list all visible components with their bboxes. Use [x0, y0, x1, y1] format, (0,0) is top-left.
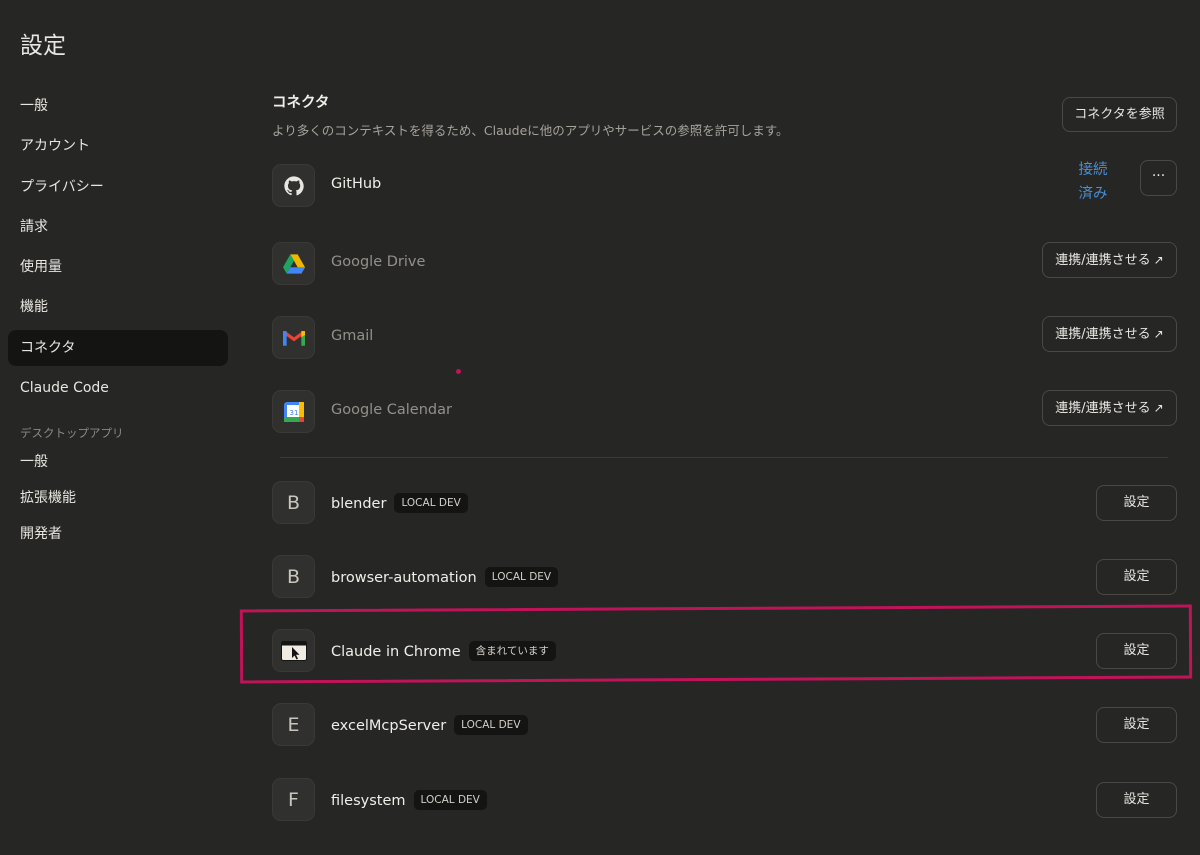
connector-name: filesystem LOCAL DEV: [331, 790, 487, 810]
connector-name: browser-automation LOCAL DEV: [331, 567, 559, 587]
connector-row-browser-automation: B browser-automation LOCAL DEV 設定: [272, 555, 1177, 599]
sidebar: 一般 アカウント プライバシー 請求 使用量 機能 コネクタ Claude Co…: [8, 88, 228, 554]
connect-google-calendar-button[interactable]: 連携/連携させる ↗: [1042, 390, 1177, 426]
local-dev-badge: LOCAL DEV: [394, 493, 468, 513]
section-divider: [280, 457, 1168, 458]
local-dev-badge: LOCAL DEV: [413, 790, 487, 810]
connector-name: GitHub: [331, 176, 382, 192]
connector-name: excelMcpServer LOCAL DEV: [331, 715, 528, 735]
connect-label: 連携/連携させる: [1055, 253, 1151, 268]
settings-button[interactable]: 設定: [1096, 559, 1177, 595]
gmail-icon: [272, 316, 315, 359]
external-link-icon: ↗: [1153, 401, 1164, 415]
sidebar-item-connectors[interactable]: コネクタ: [8, 329, 228, 366]
connectors-panel: コネクタ より多くのコンテキストを得るため、Claudeに他のアプリやサービスの…: [272, 0, 1177, 855]
letter-e-icon: E: [272, 703, 315, 746]
connector-name: blender LOCAL DEV: [331, 493, 468, 513]
browse-connectors-button[interactable]: コネクタを参照: [1062, 97, 1177, 132]
connector-name: Google Drive: [331, 254, 426, 270]
connector-row-google-drive: Google Drive 連携/連携させる ↗: [272, 242, 1177, 286]
sidebar-item-privacy[interactable]: プライバシー: [8, 169, 228, 205]
sidebar-item-claude-code[interactable]: Claude Code: [8, 370, 228, 406]
connector-row-blender: B blender LOCAL DEV 設定: [272, 481, 1177, 525]
connector-row-google-calendar: 31 Google Calendar 連携/連携させる ↗: [272, 390, 1177, 434]
connect-label: 連携/連携させる: [1055, 327, 1151, 342]
connector-row-gmail: Gmail 連携/連携させる ↗: [272, 316, 1177, 360]
connector-row-filesystem: F filesystem LOCAL DEV 設定: [272, 778, 1177, 822]
connector-name: Gmail: [331, 328, 374, 344]
local-dev-badge: LOCAL DEV: [454, 715, 528, 735]
letter-b-icon: B: [272, 481, 315, 524]
sidebar-item-account[interactable]: アカウント: [8, 128, 228, 164]
sidebar-item-usage[interactable]: 使用量: [8, 249, 228, 285]
connect-label: 連携/連携させる: [1055, 401, 1151, 416]
letter-b-icon: B: [272, 555, 315, 598]
sidebar-item-extensions[interactable]: 拡張機能: [8, 482, 228, 514]
section-title: コネクタ: [272, 95, 330, 111]
connect-google-drive-button[interactable]: 連携/連携させる ↗: [1042, 242, 1177, 278]
connector-row-github: GitHub 接続 済み ···: [272, 160, 1177, 208]
connected-status[interactable]: 接続 済み: [1073, 158, 1113, 206]
local-dev-badge: LOCAL DEV: [484, 567, 559, 587]
sidebar-item-general[interactable]: 一般: [8, 88, 228, 124]
sidebar-item-desktop-general[interactable]: 一般: [8, 446, 228, 478]
settings-button[interactable]: 設定: [1096, 782, 1177, 818]
more-options-button[interactable]: ···: [1140, 160, 1177, 196]
section-description: より多くのコンテキストを得るため、Claudeに他のアプリやサービスの参照を許可…: [272, 123, 789, 138]
connector-name: Google Calendar: [331, 402, 452, 418]
sidebar-item-billing[interactable]: 請求: [8, 209, 228, 245]
page-title: 設定: [20, 33, 66, 59]
sidebar-item-features[interactable]: 機能: [8, 289, 228, 325]
connector-name-text: filesystem: [331, 793, 406, 809]
connect-gmail-button[interactable]: 連携/連携させる ↗: [1042, 316, 1177, 352]
connected-status-line2: 済み: [1078, 186, 1108, 202]
sidebar-item-developer[interactable]: 開発者: [8, 518, 228, 550]
settings-button[interactable]: 設定: [1096, 485, 1177, 521]
connected-status-line1: 接続: [1078, 162, 1108, 178]
annotation-dot: [456, 369, 461, 374]
connector-name-text: excelMcpServer: [331, 718, 447, 734]
connector-name-text: browser-automation: [331, 570, 477, 586]
settings-button[interactable]: 設定: [1096, 707, 1177, 743]
connector-name-text: blender: [331, 496, 387, 512]
github-icon: [272, 164, 315, 207]
letter-f-icon: F: [272, 778, 315, 821]
sidebar-section-desktop-app: デスクトップアプリ: [20, 426, 124, 441]
annotation-highlight-box: [239, 604, 1193, 684]
google-drive-icon: [272, 242, 315, 285]
google-calendar-icon: 31: [272, 390, 315, 433]
svg-text:31: 31: [289, 409, 298, 417]
connector-row-excel-mcp-server: E excelMcpServer LOCAL DEV 設定: [272, 703, 1177, 747]
external-link-icon: ↗: [1153, 327, 1164, 341]
external-link-icon: ↗: [1153, 253, 1164, 267]
